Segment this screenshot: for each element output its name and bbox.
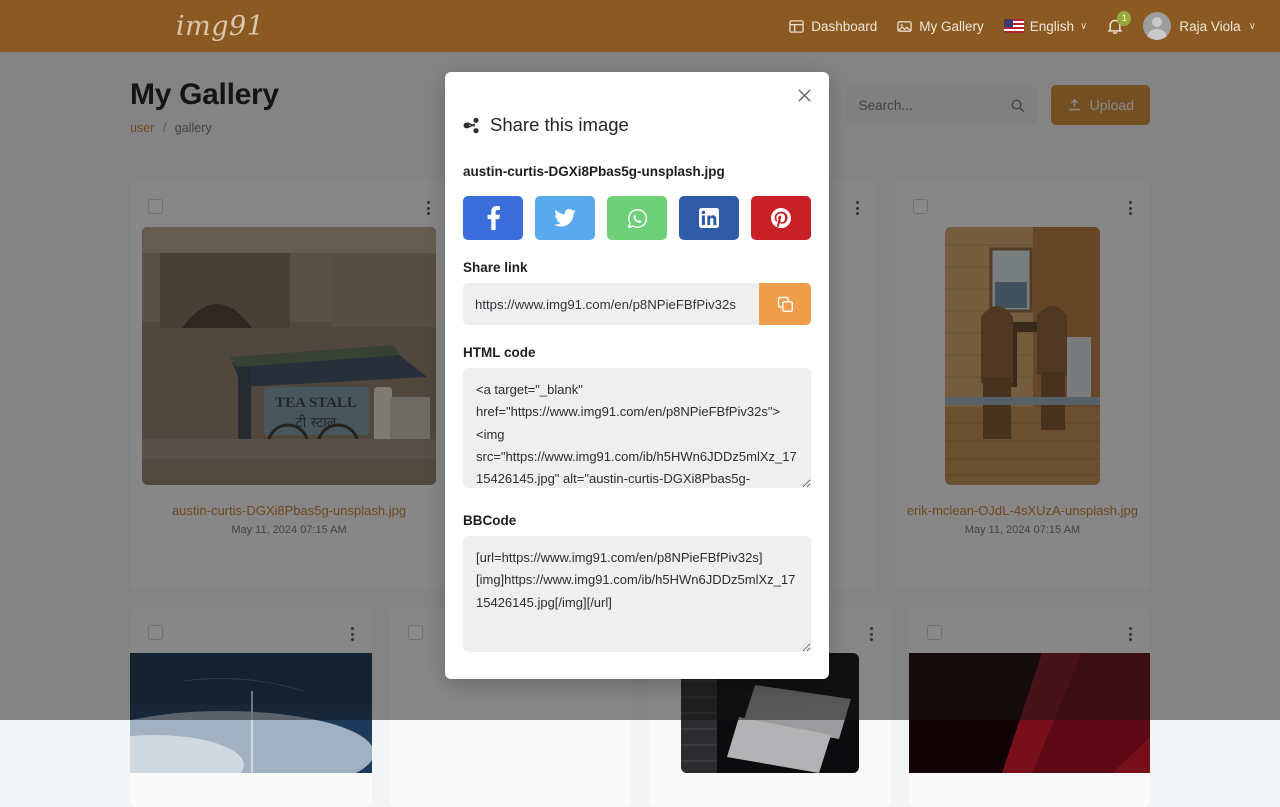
share-facebook-button[interactable] — [463, 196, 523, 240]
shared-file-name: austin-curtis-DGXi8Pbas5g-unsplash.jpg — [463, 164, 811, 179]
html-code-textarea[interactable] — [463, 368, 811, 488]
gallery-icon — [897, 19, 912, 34]
pinterest-icon — [771, 208, 791, 228]
whatsapp-icon — [627, 208, 648, 229]
nav-link-my-gallery-label: My Gallery — [919, 19, 984, 34]
share-twitter-button[interactable] — [535, 196, 595, 240]
chevron-down-icon: ∨ — [1080, 21, 1087, 32]
share-link-label: Share link — [463, 260, 811, 275]
share-image-modal: Share this image austin-curtis-DGXi8Pbas… — [445, 72, 829, 679]
chevron-down-icon: ∨ — [1249, 21, 1256, 32]
linkedin-icon — [699, 208, 719, 228]
nav-link-dashboard-label: Dashboard — [811, 19, 877, 34]
facebook-icon — [487, 206, 500, 230]
user-menu[interactable]: Raja Viola ∨ — [1143, 12, 1256, 40]
notifications-button[interactable]: 1 — [1107, 18, 1123, 35]
share-linkedin-button[interactable] — [679, 196, 739, 240]
bbcode-label: BBCode — [463, 513, 811, 528]
html-code-label: HTML code — [463, 345, 811, 360]
share-link-row — [463, 283, 811, 325]
share-nodes-icon — [463, 117, 480, 134]
navbar: img91 Dashboard — [0, 0, 1280, 52]
bbcode-textarea[interactable] — [463, 536, 811, 652]
twitter-icon — [554, 209, 576, 227]
navbar-right: Dashboard My Gallery English ∨ — [789, 12, 1256, 40]
modal-title: Share this image — [463, 114, 811, 136]
copy-link-button[interactable] — [759, 283, 811, 325]
share-whatsapp-button[interactable] — [607, 196, 667, 240]
share-pinterest-button[interactable] — [751, 196, 811, 240]
social-share-buttons — [463, 196, 811, 240]
modal-title-text: Share this image — [490, 114, 629, 136]
share-link-input[interactable] — [463, 283, 759, 325]
copy-icon — [777, 296, 794, 313]
language-label: English — [1030, 19, 1074, 34]
language-selector[interactable]: English ∨ — [1004, 19, 1088, 34]
dashboard-icon — [789, 19, 804, 34]
brand-logo[interactable]: img91 — [176, 11, 264, 42]
close-button[interactable] — [793, 84, 815, 106]
us-flag-icon — [1004, 19, 1024, 33]
notification-count-badge: 1 — [1117, 11, 1131, 26]
nav-link-my-gallery[interactable]: My Gallery — [897, 19, 984, 34]
nav-link-dashboard[interactable]: Dashboard — [789, 19, 877, 34]
close-icon — [797, 88, 812, 103]
avatar — [1143, 12, 1171, 40]
user-name: Raja Viola — [1179, 19, 1240, 34]
page-root: img91 Dashboard — [0, 0, 1280, 720]
